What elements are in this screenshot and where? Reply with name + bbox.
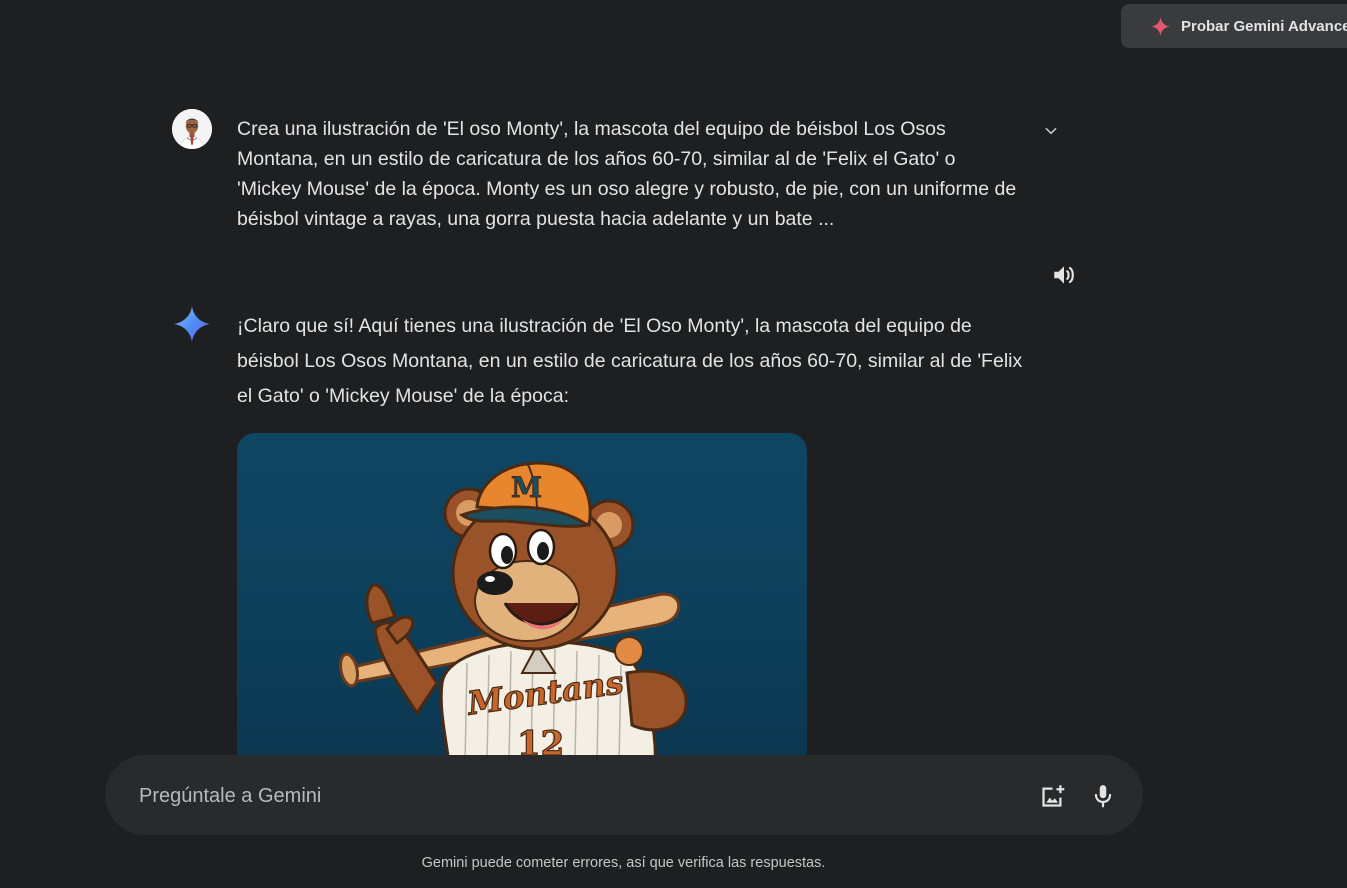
chevron-down-icon — [1045, 127, 1057, 135]
prompt-input-bar — [105, 755, 1143, 837]
voice-input-button[interactable] — [1086, 779, 1120, 813]
gemini-chat-page: Probar Gemini Advance Crea una ilustraci… — [0, 0, 1347, 888]
generated-image[interactable]: Montans 12 M — [237, 433, 807, 763]
bear-body: Montans 12 — [439, 636, 657, 763]
microphone-icon — [1094, 785, 1112, 808]
bear-mascot-illustration: Montans 12 M — [338, 461, 688, 763]
assistant-response-text: ¡Claro que sí! Aquí tienes una ilustraci… — [237, 315, 1023, 407]
user-prompt-text: Crea una ilustración de 'El oso Monty', … — [237, 118, 1017, 230]
speaker-icon — [1054, 266, 1074, 284]
disclaimer-text: Gemini puede cometer errores, así que ve… — [421, 855, 826, 871]
user-avatar[interactable] — [172, 109, 212, 149]
read-aloud-button[interactable] — [1048, 259, 1080, 291]
cap-letter: M — [511, 471, 542, 504]
try-gemini-advanced-label: Probar Gemini Advance — [1181, 17, 1347, 35]
add-image-icon — [1041, 784, 1064, 807]
expand-prompt-button[interactable] — [1038, 118, 1064, 144]
sparkle-icon — [1151, 17, 1170, 36]
gemini-sparkle-icon — [173, 305, 211, 343]
prompt-input[interactable] — [137, 755, 1021, 837]
upload-image-button[interactable] — [1035, 779, 1069, 813]
avatar-image — [172, 109, 212, 149]
try-gemini-advanced-button[interactable]: Probar Gemini Advance — [1121, 4, 1347, 48]
baseball-cap: M — [458, 461, 592, 528]
